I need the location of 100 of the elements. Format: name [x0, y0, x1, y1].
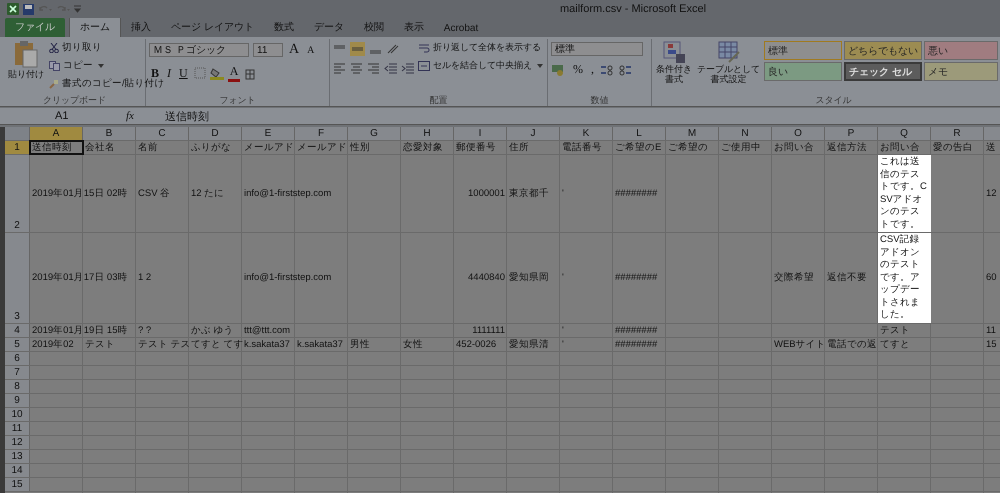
decrease-decimal-icon[interactable]: [618, 64, 632, 76]
column-header[interactable]: J: [507, 127, 560, 140]
column-header[interactable]: M: [666, 127, 719, 140]
conditional-format-button[interactable]: 条件付き 書式: [655, 39, 693, 86]
cell-style-option[interactable]: チェック セル: [844, 62, 922, 81]
italic-button[interactable]: I: [165, 66, 174, 80]
row-header[interactable]: 11: [5, 422, 30, 434]
align-center-icon[interactable]: [350, 62, 363, 74]
cell-style-option[interactable]: 悪い: [924, 41, 998, 60]
orientation-icon[interactable]: [386, 43, 400, 55]
column-header[interactable]: K: [560, 127, 613, 140]
active-cell[interactable]: 送信時刻: [30, 141, 83, 154]
cell-text: ': [561, 324, 564, 336]
paste-button[interactable]: 貼り付け: [7, 39, 45, 82]
row-header[interactable]: 15: [5, 478, 30, 490]
font-name-field[interactable]: ＭＳ Ｐゴシック: [149, 43, 249, 57]
cell-style-option[interactable]: メモ: [924, 62, 998, 81]
shrink-font-button[interactable]: A: [305, 44, 316, 56]
column-header[interactable]: N: [719, 127, 772, 140]
cell-text: ご使用中: [720, 141, 761, 154]
decrease-indent-icon[interactable]: [384, 62, 397, 74]
row-header[interactable]: 8: [5, 380, 30, 392]
column-header[interactable]: D: [189, 127, 242, 140]
cell-text: 2019年01月17日 03時: [31, 271, 128, 284]
font-color-button[interactable]: A: [228, 64, 240, 82]
percent-button[interactable]: %: [571, 62, 585, 77]
ribbon-tab[interactable]: ページ レイアウト: [161, 18, 264, 37]
copy-icon: [49, 60, 60, 70]
column-header[interactable]: F: [295, 127, 348, 140]
row-header[interactable]: 4: [5, 324, 30, 336]
cell-text: 2019年01月19日 15時: [31, 324, 128, 336]
cell-style-option[interactable]: 標準: [764, 41, 842, 60]
borders-icon[interactable]: [194, 67, 206, 79]
cell-text: 送信時刻: [31, 141, 72, 154]
caret-icon: [537, 64, 543, 68]
column-header[interactable]: G: [348, 127, 401, 140]
row-header[interactable]: 6: [5, 352, 30, 364]
group-label: スタイル: [814, 94, 852, 106]
column-header[interactable]: Q: [878, 127, 931, 140]
ribbon-tab[interactable]: 校閲: [354, 18, 394, 37]
merge-center-button[interactable]: セルを結合して中央揃え: [417, 57, 544, 74]
formula-field[interactable]: 送信時刻: [151, 108, 1000, 124]
increase-decimal-icon[interactable]: [600, 64, 614, 76]
row-header[interactable]: 3: [5, 233, 30, 322]
increase-indent-icon[interactable]: [401, 62, 414, 74]
row-header[interactable]: 5: [5, 338, 30, 350]
copy-button[interactable]: コピー: [48, 57, 105, 74]
ribbon-tab[interactable]: ホーム: [69, 17, 121, 37]
ribbon-tab[interactable]: 表示: [394, 18, 434, 37]
font-size-field[interactable]: 11: [253, 43, 283, 57]
format-as-table-button[interactable]: テーブルとして 書式設定: [696, 39, 761, 86]
customize-icon[interactable]: [74, 4, 81, 14]
column-header[interactable]: O: [772, 127, 825, 140]
comma-button[interactable]: ,: [589, 62, 596, 77]
ribbon-tab[interactable]: データ: [304, 18, 354, 37]
align-right-icon[interactable]: [367, 62, 380, 74]
row-header[interactable]: 10: [5, 408, 30, 420]
file-tab[interactable]: ファイル: [5, 18, 65, 37]
column-header[interactable]: C: [136, 127, 189, 140]
cell-style-option[interactable]: どちらでもない: [844, 41, 922, 60]
column-header[interactable]: A: [30, 127, 83, 140]
row-header[interactable]: 14: [5, 464, 30, 476]
underline-button[interactable]: U: [177, 66, 190, 80]
excel-logo-icon: [7, 3, 19, 15]
row-header[interactable]: 7: [5, 366, 30, 378]
row-header[interactable]: 9: [5, 394, 30, 406]
align-middle-icon[interactable]: [350, 42, 365, 56]
ribbon-tab[interactable]: Acrobat: [434, 21, 488, 37]
column-header[interactable]: P: [825, 127, 878, 140]
row-header[interactable]: 12: [5, 436, 30, 448]
save-icon[interactable]: [23, 4, 34, 14]
column-header[interactable]: E: [242, 127, 295, 140]
number-format-field[interactable]: 標準: [551, 42, 643, 56]
column-header[interactable]: L: [613, 127, 666, 140]
column-header[interactable]: H: [401, 127, 454, 140]
ribbon-tab[interactable]: 数式: [264, 18, 304, 37]
row-header[interactable]: 13: [5, 450, 30, 462]
cell-text: 2019年02: [31, 338, 74, 350]
cut-button[interactable]: 切り取り: [48, 39, 103, 56]
cell-style-option[interactable]: 良い: [764, 62, 842, 81]
cell-text: ご希望の: [667, 141, 708, 154]
function-label[interactable]: fx: [120, 110, 151, 122]
ribbon-tab[interactable]: 挿入: [121, 18, 161, 37]
cell-text: WEBサイト: [773, 338, 826, 350]
align-left-icon[interactable]: [333, 62, 346, 74]
cell-text: 12: [985, 187, 997, 200]
grow-font-button[interactable]: A: [287, 42, 302, 58]
table-format-icon: [716, 40, 740, 64]
row-header[interactable]: 2: [5, 155, 30, 232]
column-header[interactable]: I: [454, 127, 507, 140]
cell-text: てすと: [879, 338, 910, 350]
fill-bucket-icon[interactable]: [210, 66, 224, 80]
cell-text: テスト テス: [137, 338, 191, 350]
column-header[interactable]: R: [931, 127, 984, 140]
column-header[interactable]: B: [83, 127, 136, 140]
bold-button[interactable]: B: [149, 66, 162, 80]
wrap-text-button[interactable]: 折り返して全体を表示する: [417, 39, 542, 56]
name-box[interactable]: A1: [0, 110, 120, 122]
row-header[interactable]: 1: [5, 141, 30, 154]
cell-text: ########: [614, 187, 658, 200]
